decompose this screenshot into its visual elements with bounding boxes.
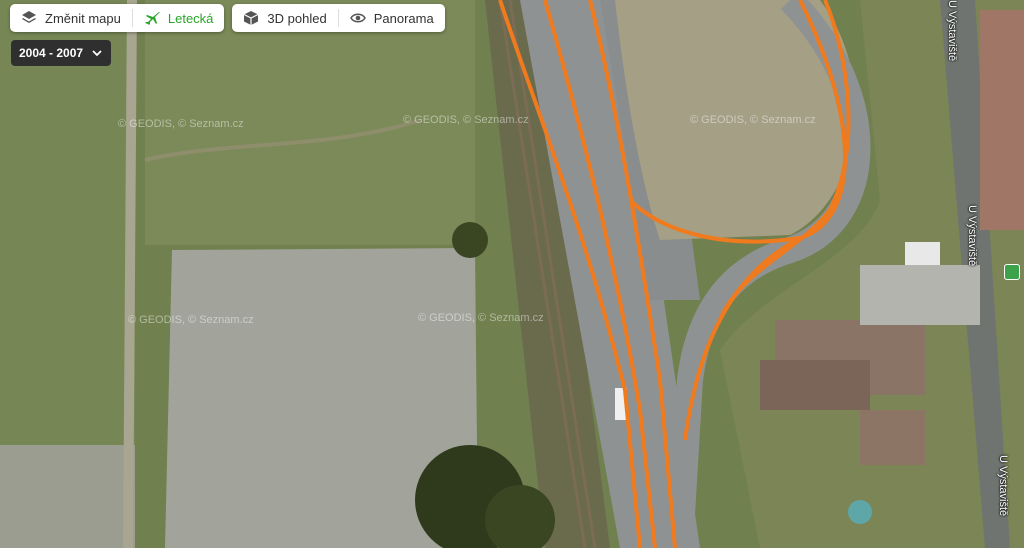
map-type-group: Změnit mapu Letecká: [10, 4, 225, 32]
street-label: U Výstaviště: [997, 455, 1009, 517]
aerial-map-label: Letecká: [167, 10, 214, 26]
view-3d-button[interactable]: 3D pohled: [232, 4, 337, 32]
chevron-down-icon: [92, 50, 102, 57]
aerial-map[interactable]: [0, 0, 1024, 548]
street-label: U Výstaviště: [946, 0, 958, 62]
shop-poi-icon[interactable]: [1004, 264, 1020, 280]
view-3d-label: 3D pohled: [267, 10, 327, 26]
imagery-date-label: 2004 - 2007: [19, 46, 84, 60]
panorama-button[interactable]: Panorama: [339, 4, 445, 32]
change-map-label: Změnit mapu: [45, 10, 121, 26]
map-watermark: © GEODIS, © Seznam.cz: [128, 314, 254, 326]
panorama-label: Panorama: [373, 10, 434, 26]
map-watermark: © GEODIS, © Seznam.cz: [403, 114, 529, 126]
imagery-date-selector[interactable]: 2004 - 2007: [11, 40, 112, 66]
map-watermark: © GEODIS, © Seznam.cz: [118, 118, 244, 130]
view-mode-group: 3D pohled Panorama: [232, 4, 445, 32]
layers-icon: [22, 11, 36, 23]
map-watermark: © GEODIS, © Seznam.cz: [418, 312, 544, 324]
change-map-button[interactable]: Změnit mapu: [10, 4, 132, 32]
street-label: U Výstaviště: [966, 205, 978, 267]
plane-icon: [144, 12, 160, 25]
cube-3d-icon: [244, 11, 259, 25]
map-watermark: © GEODIS, © Seznam.cz: [690, 114, 816, 126]
map-toolbar: Změnit mapu Letecká 3D pohled Panorama: [10, 4, 445, 32]
eye-icon: [349, 13, 366, 23]
aerial-map-button[interactable]: Letecká: [133, 4, 225, 32]
